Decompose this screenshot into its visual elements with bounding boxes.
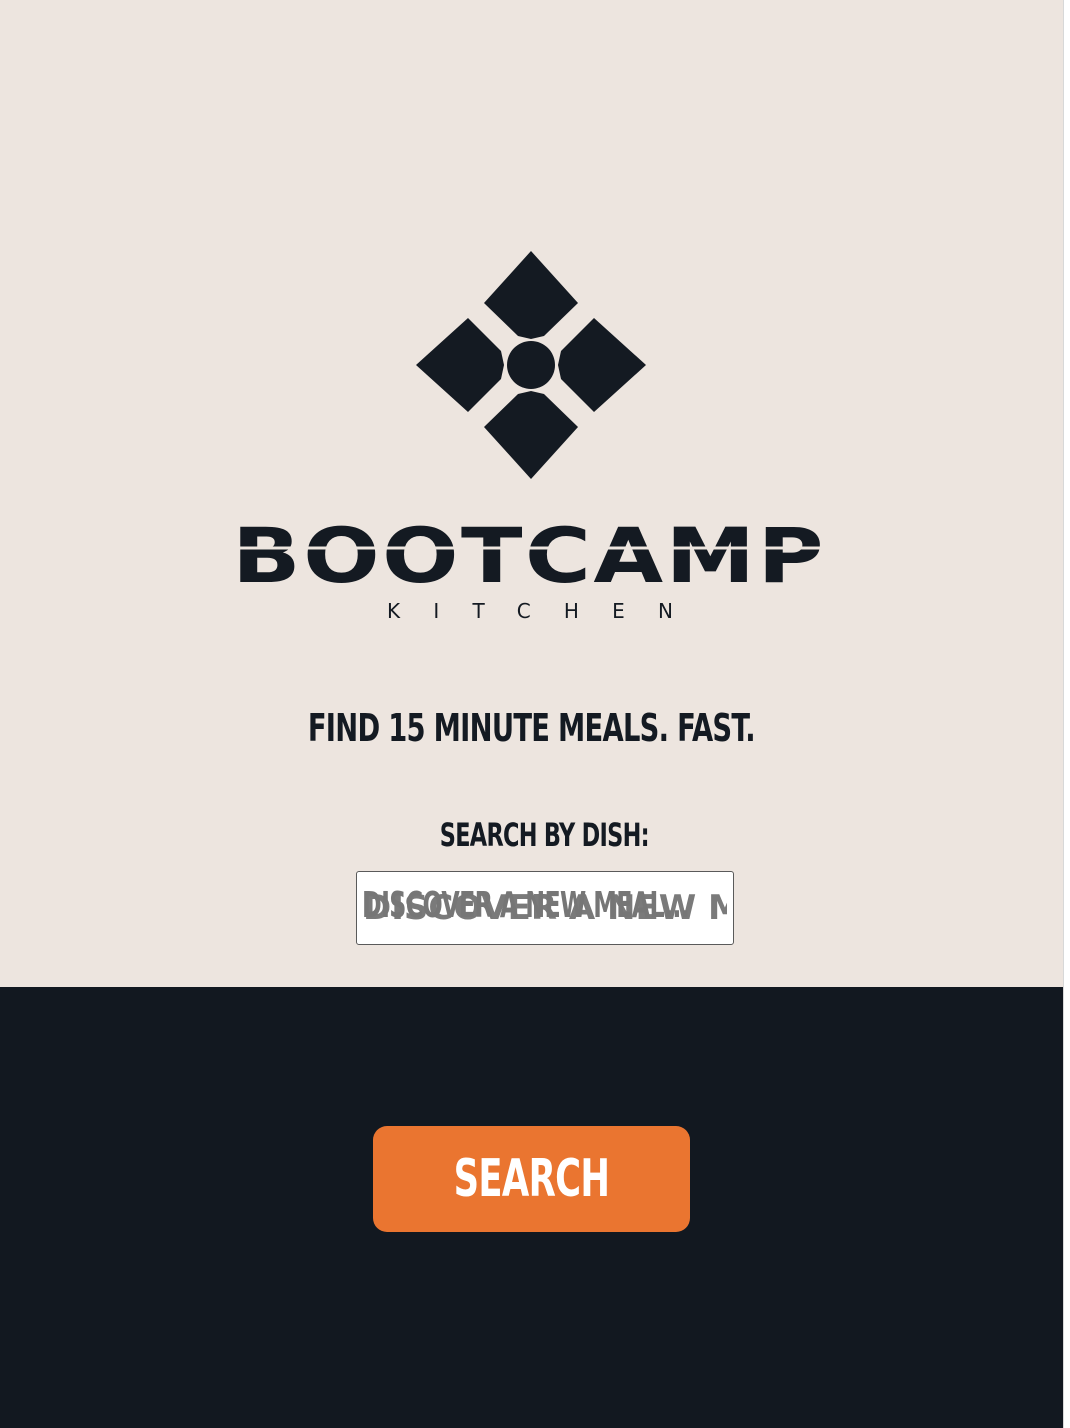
svg-text:BOOTCAMP: BOOTCAMP	[232, 518, 826, 590]
page-headline: FIND 15 MINUTE MEALS. FAST.	[307, 706, 756, 750]
svg-text:KITCHEN: KITCHEN	[387, 599, 673, 622]
search-button-label: SEARCH	[453, 1149, 610, 1209]
brand-sub-wordmark: KITCHEN	[387, 599, 673, 622]
diamond-flower-icon	[416, 251, 646, 479]
hero-section: BOOTCAMP KITCHEN FIND 15 MINUTE MEALS. F…	[0, 0, 1063, 987]
search-button[interactable]: SEARCH	[373, 1126, 690, 1232]
window-right-edge	[1063, 0, 1070, 1428]
search-label: SEARCH BY DISH:	[439, 816, 650, 854]
brand-wordmark: BOOTCAMP	[232, 518, 826, 590]
app-root: BOOTCAMP KITCHEN FIND 15 MINUTE MEALS. F…	[0, 0, 1063, 1428]
dish-search-input[interactable]	[356, 871, 734, 945]
